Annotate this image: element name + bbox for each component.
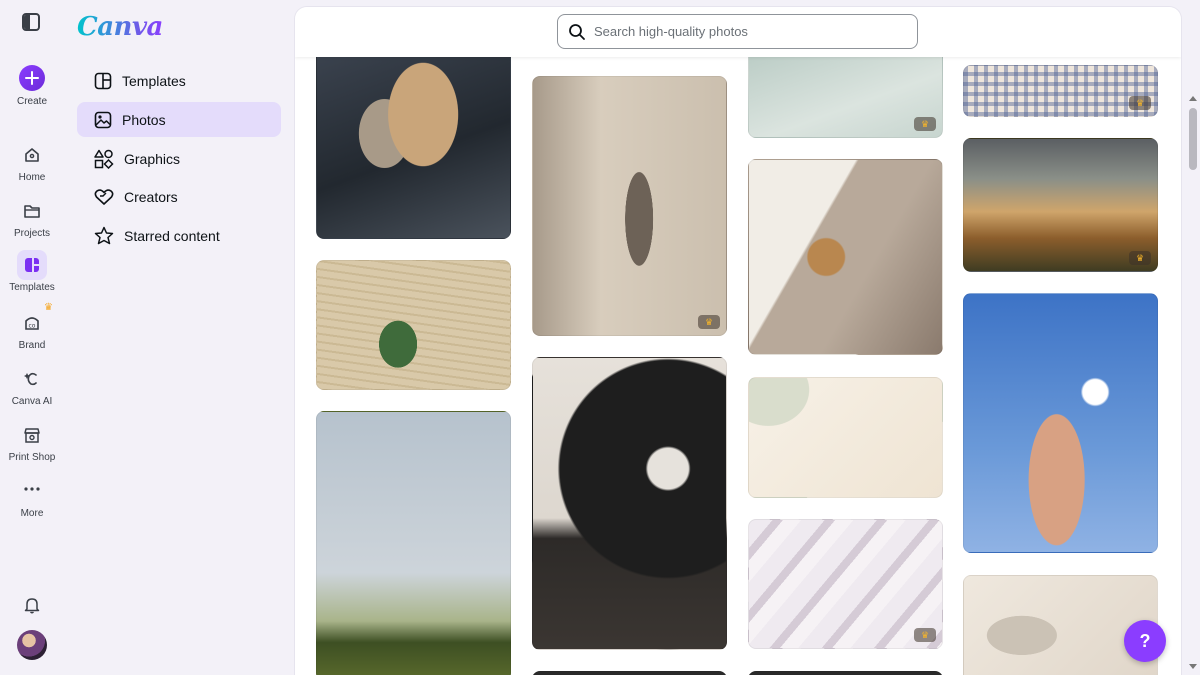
photo-tile[interactable] [748,671,943,675]
rail-item-home[interactable]: Home [0,140,64,184]
panel-item-label: Templates [122,72,186,89]
photo-tile-cream-abstract[interactable] [748,377,943,498]
rail-label-canva-ai: Canva AI [11,396,53,407]
photo-tile-hand-daisy-sky[interactable] [963,293,1158,553]
crown-icon: ♛ [1129,251,1151,265]
photos-panel: Canva Templates Photos Graphics Creators… [64,0,295,675]
photo-tile-plaid-fabric[interactable]: ♛ [963,65,1158,117]
photo-tile-bags-in-car[interactable] [316,47,511,239]
rail-label-templates: Templates [9,282,55,293]
plus-icon [19,65,45,91]
rail-item-more[interactable]: More [0,476,64,520]
photo-tile-mint-texture[interactable]: ♛ [748,47,943,138]
crown-icon: ♛ [914,117,936,131]
panel-item-graphics[interactable]: Graphics [77,141,281,176]
rail-item-projects[interactable]: Projects [0,196,64,240]
photo-tile-tulips-on-book[interactable] [316,260,511,390]
panel-item-label: Creators [124,188,178,205]
photo-tile[interactable] [532,671,727,675]
bell-icon [17,590,47,620]
folder-icon [17,196,47,226]
brand-icon: co ♛ [17,302,53,338]
panel-item-photos[interactable]: Photos [77,102,281,137]
photo-tile-leaf-shadow[interactable] [963,575,1158,675]
panel-item-starred[interactable]: Starred content [77,218,281,253]
panel-item-label: Graphics [124,150,181,167]
canva-ai-icon [17,364,47,394]
rail-item-brand[interactable]: co ♛ Brand [0,302,64,352]
scroll-up-arrow-icon[interactable] [1189,96,1197,101]
search-box[interactable] [557,14,918,49]
rail-label-projects: Projects [13,228,51,239]
create-button[interactable]: Create [0,63,64,108]
home-icon [17,140,47,170]
rail-label-brand: Brand [18,340,46,351]
notifications-button[interactable] [0,590,64,622]
rail-label-home: Home [18,172,46,183]
avatar[interactable] [17,630,47,660]
print-shop-icon [17,420,47,450]
creators-icon [94,188,114,205]
graphics-icon [94,149,114,169]
photo-tile-sky-wildflowers[interactable] [316,411,511,675]
panel-item-creators[interactable]: Creators [77,179,281,214]
templates-icon [94,72,112,89]
templates-icon [17,250,47,280]
search-input[interactable] [594,24,904,39]
search-icon [569,23,585,40]
crown-icon: ♛ [1129,96,1151,110]
crown-icon: ♛ [914,628,936,642]
rail-item-canva-ai[interactable]: Canva AI [0,364,64,408]
rail-label-print-shop: Print Shop [8,452,56,463]
rail-label-more: More [20,508,44,519]
svg-text:co: co [29,323,36,330]
panel-item-label: Photos [122,111,166,128]
rail-item-print-shop[interactable]: Print Shop [0,420,64,464]
star-icon [94,226,114,244]
photo-tile-reading-coffee[interactable] [748,159,943,355]
photos-icon [94,111,112,128]
more-icon [17,476,47,506]
photo-tile-record-player[interactable] [532,357,727,650]
scrollbar[interactable] [1186,0,1200,675]
photo-tile-white-silk[interactable]: ♛ [748,519,943,649]
rail-item-templates[interactable]: Templates [0,250,64,294]
create-label: Create [16,96,47,107]
help-button[interactable]: ? [1124,620,1166,662]
scrollbar-thumb[interactable] [1189,108,1197,170]
crown-icon: ♛ [44,302,53,313]
photo-tile-tulip-shadow[interactable]: ♛ [532,76,727,336]
crown-icon: ♛ [698,315,720,329]
left-rail: Create Home Projects Templates co ♛ Bran… [0,0,64,675]
scroll-down-arrow-icon[interactable] [1189,664,1197,669]
search-header [295,7,1181,57]
panel-item-label: Starred content [124,227,220,244]
canva-logo[interactable]: Canva [77,12,163,42]
photo-results: ♛ ♛ ♛ ♛ ♛ [295,7,1181,675]
panel-item-templates[interactable]: Templates [77,63,281,98]
sidebar-toggle-icon[interactable] [22,13,40,31]
photo-tile-golden-field[interactable]: ♛ [963,138,1158,272]
